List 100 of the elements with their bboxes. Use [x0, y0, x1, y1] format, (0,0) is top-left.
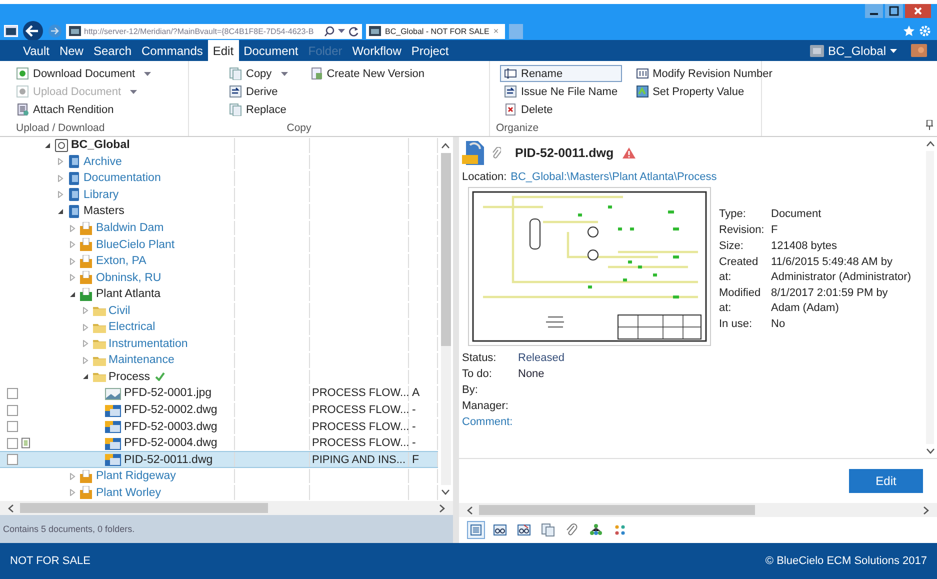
table-cell: - — [412, 404, 416, 416]
table-cell: - — [412, 437, 416, 450]
paperclip-icon — [565, 523, 579, 537]
checkbox[interactable] — [7, 438, 18, 449]
splitter-handle[interactable] — [453, 137, 459, 543]
file-row[interactable]: PFD-52-0003.dwg PROCESS FLOW... - — [0, 418, 438, 435]
field-label: To do: — [462, 368, 493, 380]
scroll-thumb[interactable] — [479, 505, 755, 515]
tree-item[interactable]: Obninsk, RU — [96, 272, 162, 284]
chevron-up-icon[interactable] — [441, 143, 450, 149]
star-icon[interactable] — [903, 25, 915, 37]
menu-tab[interactable]: Edit — [208, 40, 239, 61]
ribbon-button[interactable]: Set Property Value — [632, 83, 776, 100]
tree-item[interactable]: Civil — [108, 304, 130, 317]
chevron-right-icon[interactable] — [923, 506, 929, 514]
menu-tab[interactable]: Commands — [136, 40, 208, 61]
binder-icon — [68, 172, 80, 185]
file-row[interactable]: PFD-52-0002.dwg PROCESS FLOW... - — [0, 402, 438, 418]
menu-tab[interactable]: Project — [406, 40, 454, 61]
warning-icon[interactable] — [622, 147, 636, 159]
location-link[interactable]: BC_Global:\Masters\Plant Atlanta\Process — [510, 171, 717, 183]
triangle-icon[interactable] — [82, 373, 88, 380]
refresh-icon[interactable] — [348, 26, 359, 36]
scroll-thumb[interactable] — [20, 503, 268, 513]
tree-item[interactable]: BC_Global — [71, 139, 130, 152]
tree-item[interactable]: Plant Worley — [96, 486, 161, 499]
tree-item[interactable]: Exton, PA — [96, 255, 146, 268]
tree-item[interactable]: Electrical — [108, 321, 156, 334]
ribbon-button[interactable]: Delete — [500, 101, 622, 118]
menu-tab[interactable]: Workflow — [347, 40, 406, 61]
tree-item[interactable]: Baldwin Dam — [96, 222, 164, 234]
file-row[interactable]: PID-52-0011.dwg PIPING AND INS... F — [0, 451, 438, 468]
tree-item[interactable]: Plant Ridgeway — [96, 470, 176, 482]
chevron-up-icon[interactable] — [926, 141, 934, 147]
tree-item[interactable]: Masters — [84, 205, 124, 218]
ribbon-button[interactable]: Modify Revision Number — [632, 65, 776, 82]
vault-selector[interactable]: BC_Global — [810, 40, 897, 61]
ribbon-button[interactable]: Issue Ne File Name — [500, 83, 622, 100]
checkbox[interactable] — [7, 421, 18, 432]
comment-link[interactable]: Comment: — [462, 416, 513, 428]
checkbox[interactable] — [7, 404, 18, 416]
back-icon[interactable] — [22, 20, 44, 42]
pages-icon — [229, 67, 242, 80]
tree-item[interactable]: BlueCielo Plant — [96, 238, 175, 251]
ribbon-button[interactable]: Rename — [500, 65, 622, 82]
menu-tab[interactable]: Search — [88, 40, 137, 61]
chart-icon — [636, 85, 649, 98]
tree-item[interactable]: Documentation — [84, 172, 161, 184]
chevron-down-icon[interactable] — [441, 489, 450, 495]
paperclip-icon[interactable] — [492, 147, 501, 159]
user-icon[interactable] — [911, 44, 927, 57]
chevron-right-icon[interactable] — [439, 504, 445, 512]
ribbon-button[interactable]: Download Document — [12, 65, 156, 82]
triangle-icon[interactable] — [56, 208, 64, 215]
binder-icon — [68, 188, 80, 202]
document-icon — [16, 103, 29, 116]
new-tab-button[interactable] — [508, 24, 523, 38]
drawing-file-icon — [105, 453, 121, 466]
checkbox[interactable] — [7, 454, 18, 466]
chevron-left-icon[interactable] — [8, 504, 14, 512]
triangle-icon[interactable] — [44, 142, 51, 149]
tree-item[interactable]: Archive — [84, 156, 122, 168]
tree-item[interactable]: Maintenance — [108, 354, 174, 366]
edit-button[interactable]: Edit — [849, 469, 923, 493]
close-icon[interactable] — [905, 4, 931, 18]
address-field[interactable]: http://server-12/Meridian/?MainBvault={8C4B1F8E-7D54-4623-B — [66, 24, 362, 38]
menu-tab[interactable]: Document — [238, 40, 304, 61]
copyright-text: © BlueCielo ECM Solutions 2017 — [765, 555, 927, 567]
ribbon-button[interactable]: Create New Version — [306, 65, 429, 82]
triangle-icon[interactable] — [69, 290, 76, 298]
chevron-down-icon[interactable] — [926, 448, 934, 454]
chevron-left-icon[interactable] — [467, 506, 473, 514]
horizontal-scrollbar[interactable] — [459, 503, 937, 517]
document-icon — [310, 67, 323, 80]
tree-item[interactable]: Process — [108, 370, 150, 383]
horizontal-scrollbar[interactable] — [0, 501, 453, 515]
menu-tab[interactable]: Vault — [18, 40, 54, 61]
ribbon-button[interactable]: Derive — [225, 83, 292, 100]
pin-icon[interactable] — [926, 120, 933, 130]
tree-item[interactable]: Instrumentation — [108, 338, 188, 350]
browser-tab[interactable]: BC_Global - NOT FOR SALE × — [366, 24, 505, 38]
ribbon-button[interactable]: Attach Rendition — [12, 101, 156, 118]
table-cell: PROCESS FLOW... — [312, 387, 410, 400]
maximize-icon[interactable] — [885, 4, 903, 18]
scroll-thumb[interactable] — [440, 153, 450, 346]
settings-icon[interactable] — [919, 25, 931, 37]
ribbon-button[interactable]: Replace — [225, 101, 292, 118]
tab-close-button[interactable]: × — [493, 26, 499, 36]
forward-icon[interactable] — [48, 24, 62, 38]
table-cell: PROCESS FLOW... — [312, 404, 410, 416]
tree-item[interactable]: Plant Atlanta — [96, 288, 161, 300]
minimize-icon[interactable] — [865, 4, 883, 18]
ribbon-button[interactable]: Copy — [225, 65, 292, 82]
search-icon[interactable] — [324, 26, 335, 36]
file-row[interactable]: PFD-52-0001.jpg PROCESS FLOW... A — [0, 385, 438, 402]
file-row[interactable]: PFD-52-0004.dwg PROCESS FLOW... - — [0, 434, 438, 452]
tree-item[interactable]: Library — [84, 188, 119, 201]
menu-tab[interactable]: New — [54, 40, 88, 61]
folder-icon — [92, 370, 106, 384]
checkbox[interactable] — [7, 388, 18, 399]
